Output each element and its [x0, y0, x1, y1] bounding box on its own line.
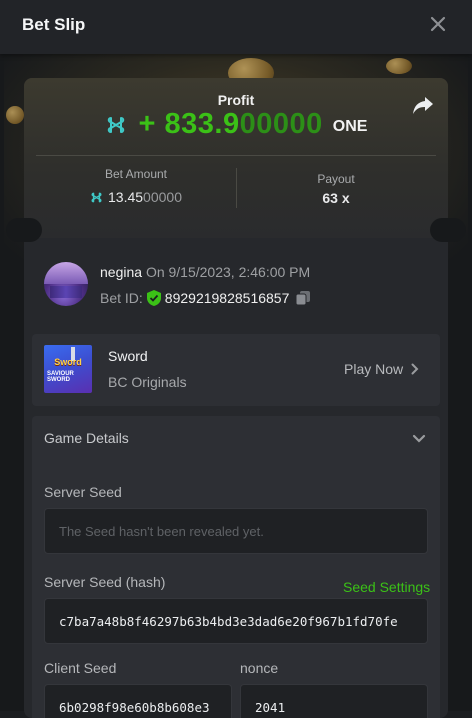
bet-slip-card: Profit + 833.900000 ONE Bet Amount 13.45…	[24, 78, 448, 718]
page-title: Bet Slip	[22, 15, 86, 34]
game-name: Sword	[108, 348, 148, 364]
bet-amount-label: Bet Amount	[104, 167, 168, 181]
profit-value: 833.9	[164, 108, 240, 140]
bet-amount-value: 13.45 00000	[46, 189, 226, 205]
game-panel: Sword SAVIOUR SWORD Sword BC Originals P…	[32, 334, 440, 406]
bet-id-row: Bet ID: 8929219828516857	[100, 290, 311, 306]
bet-id-value: 8929219828516857	[164, 290, 290, 306]
server-seed-hash-label: Server Seed (hash)	[44, 574, 166, 590]
payout-label: Payout	[317, 172, 355, 186]
profit-currency: ONE	[332, 117, 368, 135]
close-icon[interactable]	[428, 14, 448, 34]
shield-check-icon	[146, 290, 161, 306]
nonce-field[interactable]: 2041	[240, 684, 428, 718]
bet-timestamp: On 9/15/2023, 2:46:00 PM	[145, 264, 311, 280]
game-provider: BC Originals	[108, 374, 187, 390]
profit-amount: + 833.900000 ONE	[24, 108, 448, 141]
ticket-notch	[430, 218, 466, 242]
bet-id-label: Bet ID:	[100, 290, 143, 306]
server-seed-label: Server Seed	[44, 484, 122, 500]
copy-icon[interactable]	[295, 290, 311, 306]
divider	[236, 168, 237, 208]
profit-label: Profit	[217, 92, 255, 108]
ticket-notch	[6, 218, 42, 242]
client-seed-field[interactable]: 6b0298f98e60b8b608e3	[44, 684, 232, 718]
username[interactable]: negina	[100, 264, 142, 280]
nonce-label: nonce	[240, 660, 279, 676]
seed-settings-link[interactable]: Seed Settings	[343, 579, 430, 595]
divider	[36, 155, 436, 156]
user-line: negina On 9/15/2023, 2:46:00 PM	[100, 264, 310, 280]
chevron-down-icon[interactable]	[412, 432, 426, 446]
client-seed-label: Client Seed	[44, 660, 117, 676]
bet-slip-header: Bet Slip	[0, 0, 472, 54]
game-thumbnail[interactable]: Sword SAVIOUR SWORD	[44, 345, 92, 393]
server-seed-hash-field[interactable]: c7ba7a48b8f46297b63b4bd3e3dad6e20f967b1f…	[44, 598, 428, 644]
game-details-title[interactable]: Game Details	[44, 430, 129, 446]
payout-value: 63 x	[322, 190, 350, 206]
share-icon[interactable]	[412, 94, 434, 116]
profit-sign: +	[138, 108, 156, 140]
play-now-button[interactable]: Play Now	[344, 361, 419, 377]
server-seed-field[interactable]: The Seed hasn't been revealed yet.	[44, 508, 428, 554]
chevron-right-icon	[411, 363, 419, 375]
harmony-coin-icon	[107, 116, 124, 133]
profit-value-decimals: 00000	[239, 108, 323, 140]
game-details-panel: Game Details Server Seed The Seed hasn't…	[32, 416, 440, 718]
avatar[interactable]	[44, 262, 88, 306]
harmony-coin-icon	[91, 192, 102, 202]
